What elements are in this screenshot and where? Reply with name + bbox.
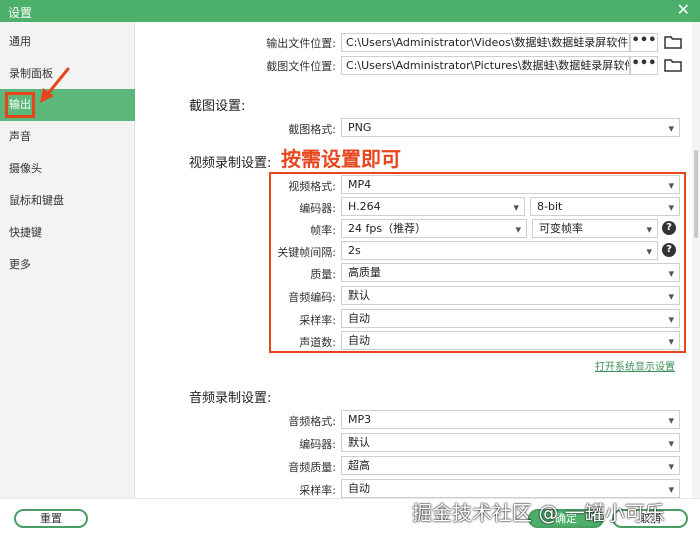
video-format-label: 视频格式:: [288, 180, 336, 193]
keyframe-select[interactable]: 2s ▾: [341, 241, 658, 260]
screenshot-path-browse-button[interactable]: •••: [630, 56, 658, 75]
help-icon[interactable]: ?: [662, 243, 676, 257]
screenshot-path-input[interactable]: C:\Users\Administrator\Pictures\数据蛙\数据蛙录…: [341, 56, 630, 75]
chevron-down-icon: ▾: [668, 122, 674, 135]
audio-encoder-value: 默认: [348, 436, 370, 449]
samplerate-label: 采样率:: [299, 314, 336, 327]
framerate-mode-select[interactable]: 可变帧率 ▾: [532, 219, 658, 238]
chevron-down-icon: ▾: [515, 223, 521, 236]
framerate-value: 24 fps（推荐）: [348, 222, 427, 235]
title-bar: 设置 ✕: [0, 0, 700, 22]
sidebar-item-label: 摄像头: [9, 162, 42, 175]
chevron-down-icon: ▾: [668, 414, 674, 427]
sidebar-item-label: 快捷键: [9, 226, 42, 239]
audio-quality-select[interactable]: 超高 ▾: [341, 456, 680, 475]
screenshot-path-label: 截图文件位置:: [266, 60, 336, 73]
screenshot-format-select[interactable]: PNG ▾: [341, 118, 680, 137]
audio-codec-select[interactable]: 默认 ▾: [341, 286, 680, 305]
reset-button[interactable]: 重置: [14, 509, 88, 528]
audio-quality-label: 音频质量:: [288, 461, 336, 474]
encoder-value: H.264: [348, 200, 381, 213]
folder-icon[interactable]: [664, 35, 682, 49]
quality-select[interactable]: 高质量 ▾: [341, 263, 680, 282]
sidebar-item-label: 通用: [9, 35, 31, 48]
chevron-down-icon: ▾: [646, 245, 652, 258]
video-path-label: 输出文件位置:: [266, 37, 336, 50]
framerate-mode-value: 可变帧率: [539, 222, 583, 235]
samplerate-select[interactable]: 自动 ▾: [341, 309, 680, 328]
help-icon[interactable]: ?: [662, 221, 676, 235]
chevron-down-icon: ▾: [668, 290, 674, 303]
display-settings-link[interactable]: 打开系统显示设置: [595, 358, 675, 373]
chevron-down-icon: ▾: [513, 201, 519, 214]
folder-icon[interactable]: [664, 58, 682, 72]
screenshot-settings-title: 截图设置:: [189, 99, 246, 114]
annotation-text: 按需设置即可: [281, 147, 401, 171]
close-icon[interactable]: ✕: [677, 1, 690, 19]
audio-codec-label: 音频编码:: [288, 291, 336, 304]
video-path-browse-button[interactable]: •••: [630, 33, 658, 52]
video-format-value: MP4: [348, 178, 372, 191]
sidebar-item-label: 更多: [9, 258, 31, 271]
video-format-select[interactable]: MP4 ▾: [341, 175, 680, 194]
audio-samplerate-label: 采样率:: [299, 484, 336, 497]
sidebar-item-label: 鼠标和键盘: [9, 194, 64, 207]
sidebar-item-camera[interactable]: 摄像头: [0, 153, 135, 185]
red-arrow-icon: [40, 67, 70, 103]
framerate-select[interactable]: 24 fps（推荐） ▾: [341, 219, 527, 238]
audio-samplerate-value: 自动: [348, 482, 370, 495]
scrollbar[interactable]: [692, 22, 700, 498]
sidebar-item-more[interactable]: 更多: [0, 249, 135, 281]
keyframe-label: 关键帧间隔:: [277, 246, 336, 259]
screenshot-format-label: 截图格式:: [288, 123, 336, 136]
encoder-label: 编码器:: [299, 202, 336, 215]
chevron-down-icon: ▾: [646, 223, 652, 236]
sidebar-item-label: 输出: [5, 92, 35, 118]
audio-samplerate-select[interactable]: 自动 ▾: [341, 479, 680, 498]
bitdepth-select[interactable]: 8-bit ▾: [530, 197, 680, 216]
chevron-down-icon: ▾: [668, 201, 674, 214]
channels-label: 声道数:: [299, 336, 336, 349]
chevron-down-icon: ▾: [668, 313, 674, 326]
audio-format-select[interactable]: MP3 ▾: [341, 410, 680, 429]
samplerate-value: 自动: [348, 312, 370, 325]
audio-encoder-select[interactable]: 默认 ▾: [341, 433, 680, 452]
channels-value: 自动: [348, 334, 370, 347]
audio-format-value: MP3: [348, 413, 372, 426]
chevron-down-icon: ▾: [668, 335, 674, 348]
sidebar-item-mouse-keyboard[interactable]: 鼠标和键盘: [0, 185, 135, 217]
audio-codec-value: 默认: [348, 289, 370, 302]
sidebar-item-general[interactable]: 通用: [0, 26, 135, 58]
video-settings-title: 视频录制设置:: [189, 156, 272, 171]
audio-format-label: 音频格式:: [288, 415, 336, 428]
scrollbar-thumb[interactable]: [694, 150, 698, 238]
audio-quality-value: 超高: [348, 459, 370, 472]
watermark-text: 掘金技术社区 @ 一罐小可乐: [412, 501, 665, 525]
chevron-down-icon: ▾: [668, 460, 674, 473]
screenshot-format-value: PNG: [348, 121, 372, 134]
bitdepth-value: 8-bit: [537, 200, 563, 213]
audio-settings-title: 音频录制设置:: [189, 391, 272, 406]
chevron-down-icon: ▾: [668, 267, 674, 280]
window-title: 设置: [8, 6, 33, 20]
chevron-down-icon: ▾: [668, 483, 674, 496]
chevron-down-icon: ▾: [668, 437, 674, 450]
sidebar-item-label: 声音: [9, 130, 31, 143]
framerate-label: 帧率:: [310, 224, 336, 237]
encoder-select[interactable]: H.264 ▾: [341, 197, 525, 216]
keyframe-value: 2s: [348, 244, 361, 257]
video-path-input[interactable]: C:\Users\Administrator\Videos\数据蛙\数据蛙录屏软…: [341, 33, 630, 52]
chevron-down-icon: ▾: [668, 179, 674, 192]
quality-label: 质量:: [310, 268, 336, 281]
audio-encoder-label: 编码器:: [299, 438, 336, 451]
sidebar-item-sound[interactable]: 声音: [0, 121, 135, 153]
channels-select[interactable]: 自动 ▾: [341, 331, 680, 350]
quality-value: 高质量: [348, 266, 381, 279]
sidebar-item-hotkeys[interactable]: 快捷键: [0, 217, 135, 249]
